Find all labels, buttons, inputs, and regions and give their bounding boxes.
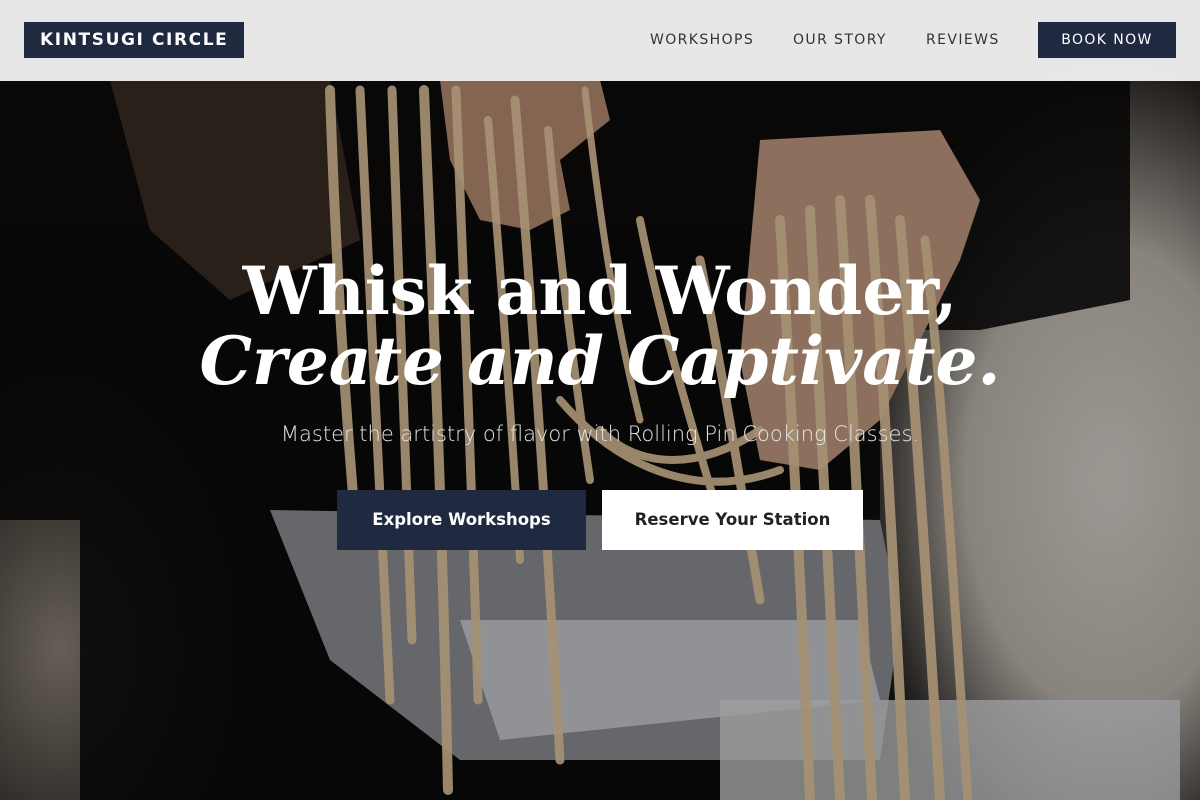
hero-headline-line-1: Whisk and Wonder,	[242, 252, 958, 330]
site-logo[interactable]: KINTSUGI CIRCLE	[24, 22, 245, 58]
hero-dark-overlay	[0, 0, 1200, 800]
explore-workshops-button[interactable]: Explore Workshops	[337, 490, 586, 550]
nav-link-workshops[interactable]: WORKSHOPS	[650, 22, 754, 58]
nav-link-reviews[interactable]: REVIEWS	[926, 22, 1000, 58]
site-header: KINTSUGI CIRCLE WORKSHOPS OUR STORY REVI…	[0, 0, 1200, 81]
hero-headline-line-2: Create and Captivate.	[199, 322, 1001, 400]
nav-link-our-story[interactable]: OUR STORY	[793, 22, 887, 58]
book-now-button[interactable]: BOOK NOW	[1038, 22, 1176, 58]
hero-subtitle: Master the artistry of flavor with Rolli…	[280, 422, 920, 446]
hero-background-image	[0, 0, 1200, 800]
reserve-station-button[interactable]: Reserve Your Station	[602, 490, 863, 550]
